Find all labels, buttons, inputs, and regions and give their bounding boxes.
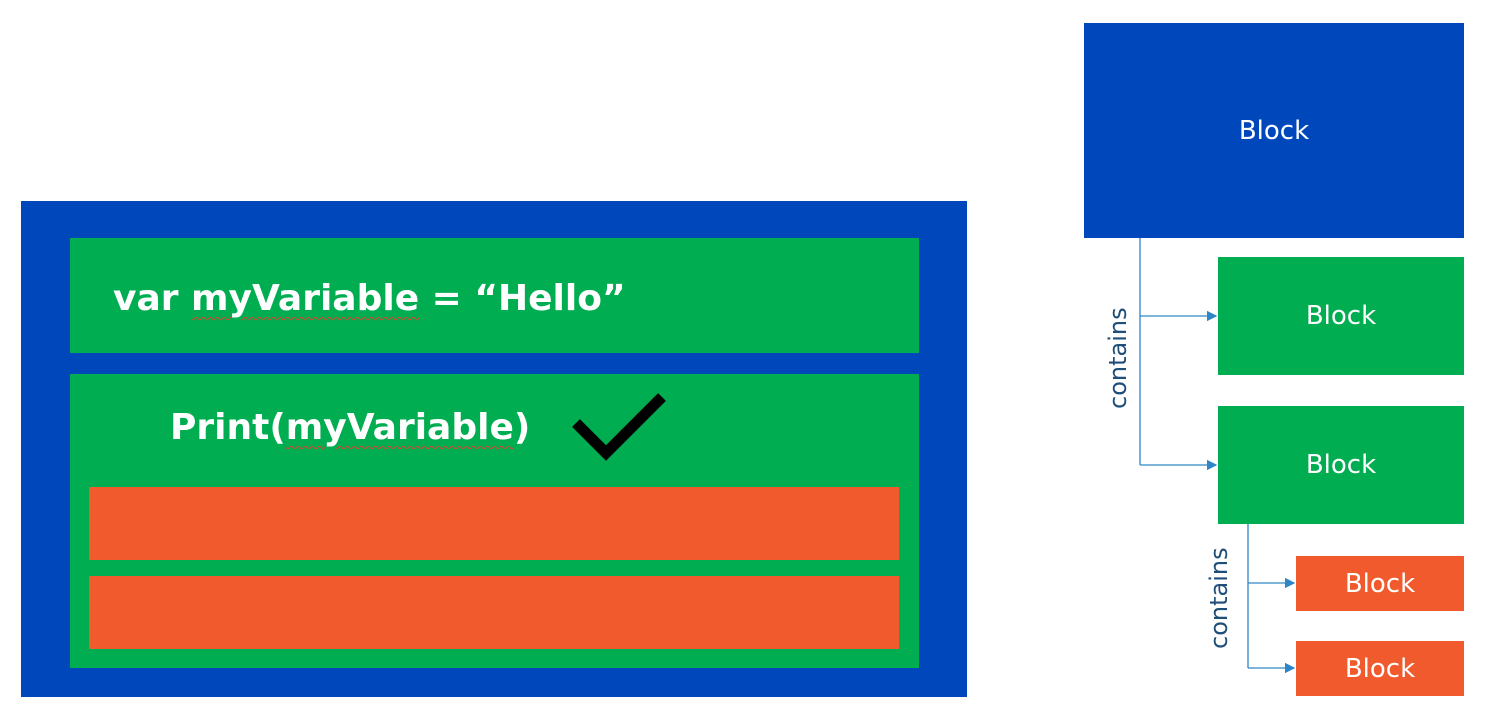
- tree-node-child-2: Block: [1218, 406, 1464, 524]
- code-keyword-var: var: [113, 278, 192, 319]
- nested-block-2: [89, 576, 899, 649]
- code-identifier: myVariable: [285, 407, 514, 448]
- tree-node-root: Block: [1084, 23, 1464, 238]
- code-assignment: = “Hello”: [419, 278, 626, 319]
- node-label: Block: [1305, 301, 1377, 331]
- nested-block-1: [89, 487, 899, 560]
- tree-node-grandchild-1: Block: [1296, 556, 1464, 611]
- connector-child-2: [1247, 524, 1296, 674]
- code-line-print: Print(myVariable): [170, 410, 530, 446]
- checkmark-icon: [572, 393, 666, 461]
- edge-label-contains-root: contains: [1104, 307, 1132, 409]
- code-function-call: Print(: [170, 407, 286, 448]
- tree-node-child-1: Block: [1218, 257, 1464, 375]
- node-label: Block: [1305, 450, 1377, 480]
- code-close-paren: ): [513, 407, 531, 448]
- tree-node-grandchild-2: Block: [1296, 641, 1464, 696]
- code-line-var-declaration: var myVariable = “Hello”: [113, 281, 626, 317]
- node-label: Block: [1238, 115, 1310, 146]
- code-identifier: myVariable: [191, 278, 420, 319]
- node-label: Block: [1344, 568, 1416, 599]
- connector-root: [1139, 238, 1218, 471]
- edge-label-contains-child: contains: [1205, 547, 1233, 649]
- node-label: Block: [1344, 653, 1416, 684]
